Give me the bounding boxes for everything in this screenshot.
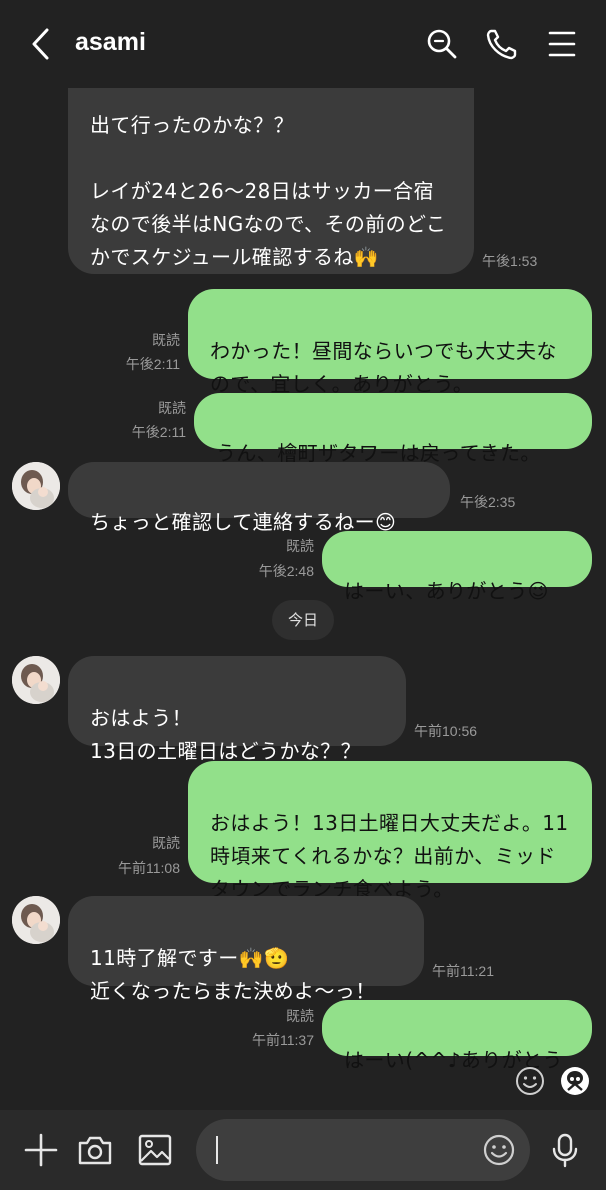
message-time: 午前11:08: [118, 860, 180, 876]
avatar[interactable]: [12, 896, 60, 944]
read-receipt: 既読: [158, 400, 186, 416]
microphone-icon[interactable]: [545, 1130, 585, 1170]
message-bubble-outgoing[interactable]: わかった！昼間ならいつでも大丈夫なので、宜しく。ありがとう。: [188, 289, 592, 396]
phone-icon[interactable]: [482, 24, 522, 64]
read-receipt: 既読: [152, 332, 180, 348]
message-bubble-incoming[interactable]: 11時了解ですー🙌🫡 近くなったらまた決めよ〜っ！: [68, 896, 424, 1003]
message-text: おはよう！13日土曜日大丈夫だよ。11時頃来てくれるかな？出前か、ミッドタウンで…: [210, 811, 569, 901]
message-time: 午前11:37: [252, 1032, 314, 1048]
message-text: 出て行ったのかな？？ レイが24と26〜28日はサッカー合宿なので後半はNGなの…: [90, 113, 447, 269]
message-bubble-incoming[interactable]: おはよう！ 13日の土曜日はどうかな？？: [68, 656, 406, 763]
message-time: 午後2:11: [125, 356, 180, 372]
message-text: わかった！昼間ならいつでも大丈夫なので、宜しく。ありがとう。: [210, 339, 557, 396]
read-receipt: 既読: [286, 538, 314, 554]
message-bubble-outgoing[interactable]: おはよう！13日土曜日大丈夫だよ。11時頃来てくれるかな？出前か、ミッドタウンで…: [188, 761, 592, 901]
message-time: 午前10:56: [414, 723, 478, 739]
message-bubble-outgoing[interactable]: はーい(^^♪ありがとう: [322, 1000, 592, 1072]
avatar[interactable]: [12, 656, 60, 704]
camera-icon[interactable]: [75, 1130, 115, 1170]
message-text: おはよう！ 13日の土曜日はどうかな？？: [90, 706, 362, 763]
avatar[interactable]: [12, 462, 60, 510]
message-bubble-outgoing[interactable]: うん、檜町ザタワーは戻ってきた。: [194, 393, 592, 465]
message-input[interactable]: [196, 1119, 530, 1181]
plus-icon[interactable]: [21, 1130, 61, 1170]
message-time: 午後2:35: [460, 494, 516, 510]
message-text: 11時了解ですー🙌🫡 近くなったらまた決めよ〜っ！: [90, 946, 376, 1003]
text-cursor: [216, 1136, 218, 1164]
sticker-avatar-icon[interactable]: [560, 1066, 590, 1096]
chat-area[interactable]: 出て行ったのかな？？ レイが24と26〜28日はサッカー合宿なので後半はNGなの…: [0, 0, 606, 1110]
smiley-icon[interactable]: [515, 1066, 545, 1096]
chat-title: asami: [75, 28, 146, 56]
chevron-left-icon[interactable]: [22, 24, 62, 64]
menu-icon[interactable]: [542, 24, 582, 64]
message-time: 午後1:53: [482, 253, 538, 269]
message-time: 午前11:21: [432, 963, 494, 979]
input-bar: [0, 1110, 606, 1190]
message-bubble-outgoing[interactable]: はーい、ありがとう😉: [322, 531, 592, 603]
search-icon[interactable]: [422, 24, 462, 64]
read-receipt: 既読: [286, 1008, 314, 1024]
message-bubble-incoming[interactable]: 出て行ったのかな？？ レイが24と26〜28日はサッカー合宿なので後半はNGなの…: [68, 62, 474, 274]
date-separator: 今日: [272, 600, 334, 640]
message-text: はーい、ありがとう😉: [344, 579, 549, 603]
message-time: 午後2:11: [131, 424, 186, 440]
chat-header: asami: [0, 0, 606, 88]
message-time: 午後2:48: [258, 563, 314, 579]
emoji-icon[interactable]: [482, 1133, 516, 1167]
image-icon[interactable]: [135, 1130, 175, 1170]
message-bubble-incoming[interactable]: ちょっと確認して連絡するねー😊: [68, 462, 450, 534]
read-receipt: 既読: [152, 835, 180, 851]
